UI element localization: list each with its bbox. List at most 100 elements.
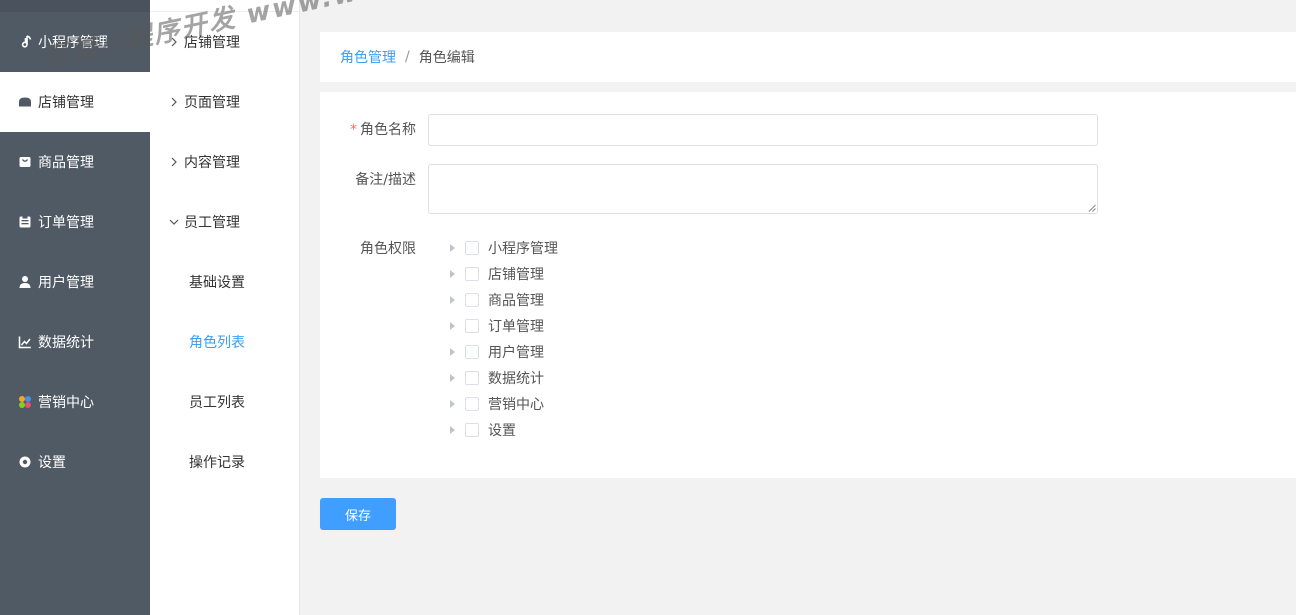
sidebar-item-label: 数据统计 <box>38 335 94 351</box>
description-textarea[interactable] <box>428 164 1098 214</box>
subnav-group-label: 页面管理 <box>184 95 240 111</box>
subnav-group-staff[interactable]: 员工管理 <box>150 192 299 252</box>
chevron-down-icon <box>168 216 180 228</box>
tree-node-label: 设置 <box>488 423 516 439</box>
subnav-item-basic-settings[interactable]: 基础设置 <box>150 252 299 312</box>
role-name-label: * 角色名称 <box>320 114 428 146</box>
chart-icon <box>18 335 32 349</box>
tree-node-label: 数据统计 <box>488 371 544 387</box>
tree-node-store: 店铺管理 <box>448 261 558 287</box>
breadcrumb-parent-link[interactable]: 角色管理 <box>340 47 396 67</box>
role-name-label-text: 角色名称 <box>360 122 416 138</box>
sidebar-item-label: 营销中心 <box>38 395 94 411</box>
caret-right-icon[interactable] <box>450 374 455 382</box>
chevron-right-icon <box>168 156 180 168</box>
subnav-group-label: 内容管理 <box>184 155 240 171</box>
subnav-group-content[interactable]: 内容管理 <box>150 132 299 192</box>
role-name-input[interactable] <box>428 114 1098 146</box>
order-icon <box>18 215 32 229</box>
subnav-item-label: 员工列表 <box>189 395 245 411</box>
sidebar-item-miniprogram[interactable]: 小程序管理 <box>0 12 150 72</box>
permission-checkbox[interactable] <box>465 423 479 437</box>
caret-right-icon[interactable] <box>450 244 455 252</box>
caret-right-icon[interactable] <box>450 400 455 408</box>
tree-node-goods: 商品管理 <box>448 287 558 313</box>
subnav-item-label: 角色列表 <box>189 335 245 351</box>
caret-right-icon[interactable] <box>450 270 455 278</box>
description-row: 备注/描述 <box>320 164 1098 214</box>
tree-node-settings: 设置 <box>448 417 558 443</box>
permissions-label: 角色权限 <box>360 241 416 257</box>
breadcrumb: 角色管理 / 角色编辑 <box>320 32 1296 82</box>
sidebar-item-label: 店铺管理 <box>38 95 94 111</box>
top-bar <box>300 0 1296 12</box>
main-sidebar: 小程序管理 店铺管理 商品管理 订单管理 用户管理 数据统计 营销中心 设置 <box>0 0 150 615</box>
sidebar-item-label: 设置 <box>38 455 66 471</box>
sidebar-item-statistics[interactable]: 数据统计 <box>0 312 150 372</box>
sidebar-item-orders[interactable]: 订单管理 <box>0 192 150 252</box>
caret-right-icon[interactable] <box>450 348 455 356</box>
role-name-row: * 角色名称 <box>320 114 1098 146</box>
permission-checkbox[interactable] <box>465 319 479 333</box>
description-label: 备注/描述 <box>355 172 416 188</box>
breadcrumb-separator: / <box>405 49 410 65</box>
permissions-tree: 小程序管理 店铺管理 商品管理 订单管理 用户管理 数据统计 营销中心 设置 <box>448 235 558 443</box>
tree-node-label: 商品管理 <box>488 293 544 309</box>
sidebar-item-settings[interactable]: 设置 <box>0 432 150 492</box>
breadcrumb-current: 角色编辑 <box>418 50 475 66</box>
subnav-item-label: 基础设置 <box>189 275 245 291</box>
settings-icon <box>18 455 32 469</box>
sidebar-top-strip <box>0 0 150 12</box>
tree-node-label: 店铺管理 <box>488 267 544 283</box>
user-icon <box>18 275 32 289</box>
permissions-row: 角色权限 <box>320 238 428 258</box>
sidebar-item-label: 商品管理 <box>38 155 94 171</box>
subnav-item-label: 操作记录 <box>189 455 245 471</box>
sidebar-item-goods[interactable]: 商品管理 <box>0 132 150 192</box>
subnav-item-staff-list[interactable]: 员工列表 <box>150 372 299 432</box>
subnav-item-operation-log[interactable]: 操作记录 <box>150 432 299 492</box>
sidebar-item-users[interactable]: 用户管理 <box>0 252 150 312</box>
sidebar-item-label: 小程序管理 <box>38 35 108 51</box>
caret-right-icon[interactable] <box>450 296 455 304</box>
tree-node-label: 用户管理 <box>488 345 544 361</box>
tree-node-users: 用户管理 <box>448 339 558 365</box>
subnav-group-label: 店铺管理 <box>184 35 240 51</box>
subnav-group-label: 员工管理 <box>184 215 240 231</box>
music-note-icon <box>18 35 32 49</box>
tree-node-label: 营销中心 <box>488 397 544 413</box>
save-button[interactable]: 保存 <box>320 498 396 530</box>
chevron-right-icon <box>168 96 180 108</box>
subnav-group-store[interactable]: 店铺管理 <box>150 12 299 72</box>
marketing-icon <box>18 395 32 409</box>
chevron-right-icon <box>168 36 180 48</box>
tree-node-label: 订单管理 <box>488 319 544 335</box>
store-icon <box>18 95 32 109</box>
resize-grip-icon[interactable] <box>1088 204 1096 212</box>
permission-checkbox[interactable] <box>465 397 479 411</box>
sidebar-item-label: 订单管理 <box>38 215 94 231</box>
role-edit-form: * 角色名称 备注/描述 角色权限 小程序管理 店铺管理 商品管理 订单管理 用… <box>320 92 1296 478</box>
permission-checkbox[interactable] <box>465 345 479 359</box>
sidebar-item-marketing[interactable]: 营销中心 <box>0 372 150 432</box>
sidebar-item-store[interactable]: 店铺管理 <box>0 72 150 132</box>
subnav-top-strip <box>150 0 299 12</box>
tree-node-statistics: 数据统计 <box>448 365 558 391</box>
tree-node-marketing: 营销中心 <box>448 391 558 417</box>
subnav-item-role-list[interactable]: 角色列表 <box>150 312 299 372</box>
required-mark: * <box>350 122 357 138</box>
permission-checkbox[interactable] <box>465 267 479 281</box>
caret-right-icon[interactable] <box>450 426 455 434</box>
permission-checkbox[interactable] <box>465 371 479 385</box>
sidebar-item-label: 用户管理 <box>38 275 94 291</box>
tree-node-orders: 订单管理 <box>448 313 558 339</box>
subnav-group-pages[interactable]: 页面管理 <box>150 72 299 132</box>
main-content: 角色管理 / 角色编辑 * 角色名称 备注/描述 角色权限 小程序管理 店铺管理… <box>300 0 1296 615</box>
tree-node-miniprogram: 小程序管理 <box>448 235 558 261</box>
tree-node-label: 小程序管理 <box>488 241 558 257</box>
permission-checkbox[interactable] <box>465 241 479 255</box>
permission-checkbox[interactable] <box>465 293 479 307</box>
bag-icon <box>18 155 32 169</box>
sub-sidebar: 店铺管理 页面管理 内容管理 员工管理 基础设置 角色列表 员工列表 操作记录 <box>150 0 300 615</box>
caret-right-icon[interactable] <box>450 322 455 330</box>
